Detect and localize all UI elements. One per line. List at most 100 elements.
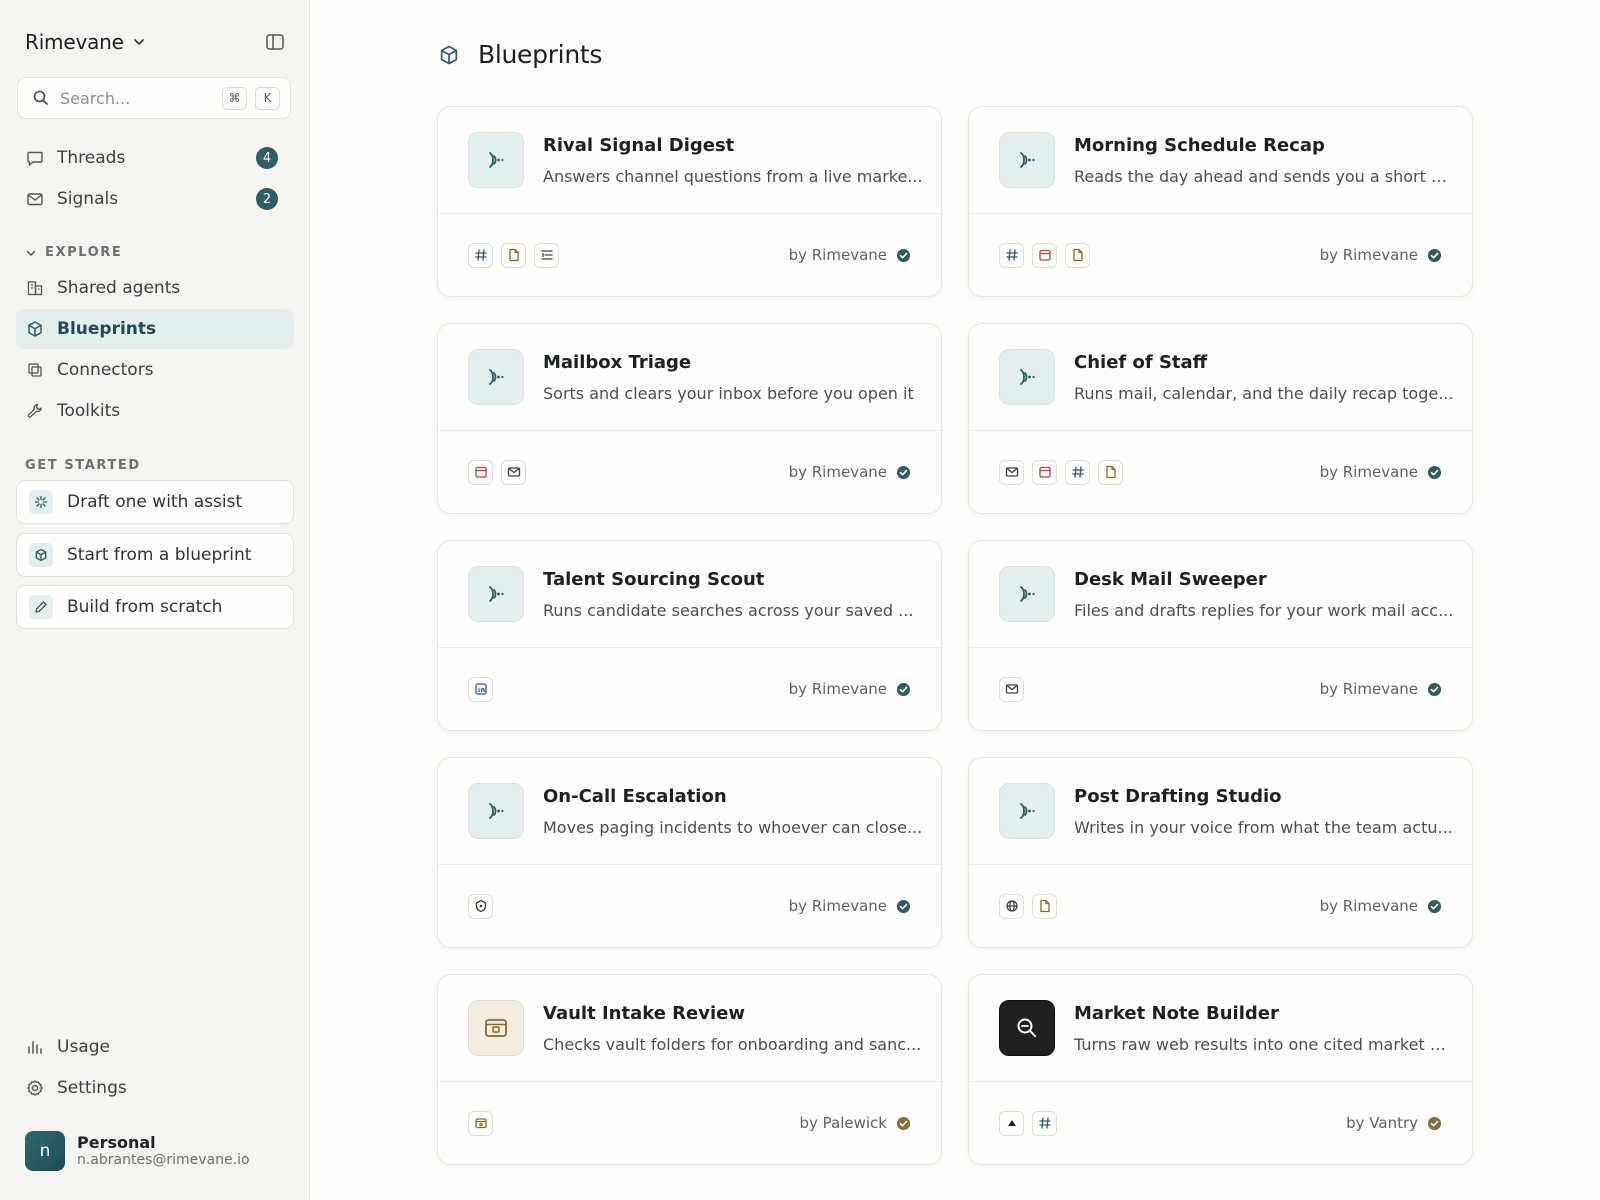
blueprint-card[interactable]: Mailbox Triage Sorts and clears your inbo… (437, 323, 942, 514)
verified-check-icon (896, 682, 911, 696)
hash-icon (468, 242, 493, 268)
tool-icons (999, 459, 1131, 485)
blueprint-card[interactable]: Morning Schedule Recap Reads the day ahea… (968, 106, 1473, 297)
sidebar-item-connectors[interactable]: Connectors (16, 350, 294, 390)
verified-check-icon (896, 248, 911, 262)
card-description: Moves paging incidents to whoever can cl… (543, 817, 923, 837)
card-description: Checks vault folders for onboarding and … (543, 1034, 922, 1054)
agent-icon (468, 132, 524, 188)
workspace-name: Rimevane (25, 30, 124, 54)
author-credit: by Palewick (800, 1114, 912, 1132)
blueprint-card[interactable]: Chief of Staff Runs mail, calendar, and t… (968, 323, 1473, 514)
card-description: Runs mail, calendar, and the daily recap… (1074, 383, 1454, 403)
button-label: Build from scratch (67, 597, 223, 617)
shield-icon (468, 893, 493, 919)
blueprint-card[interactable]: Rival Signal Digest Answers channel quest… (437, 106, 942, 297)
author-credit: by Rimevane (1320, 463, 1442, 481)
author-label: by Rimevane (1319, 246, 1418, 264)
author-label: by Rimevane (788, 680, 887, 698)
shortcut-key-cmd: ⌘ (222, 86, 247, 110)
mail-icon (999, 676, 1024, 702)
sidebar-item-blueprints[interactable]: Blueprints (16, 309, 294, 349)
agent-icon (999, 132, 1055, 188)
author-label: by Rimevane (788, 463, 887, 481)
cube-icon (29, 543, 53, 567)
start-from-blueprint-button[interactable]: Start from a blueprint (16, 533, 294, 577)
gear-icon (27, 1080, 43, 1096)
page-title: Blueprints (478, 40, 603, 69)
verified-check-icon (1427, 248, 1442, 262)
author-credit: by Rimevane (789, 680, 911, 698)
chevron-down-icon (26, 250, 36, 256)
blueprint-card[interactable]: On-Call Escalation Moves paging incidents… (437, 757, 942, 948)
search-box[interactable]: ⌘ K (17, 77, 291, 119)
blueprint-card[interactable]: Talent Sourcing Scout Runs candidate sear… (437, 540, 942, 731)
sidebar-item-label: Toolkits (57, 401, 121, 421)
sidebar-item-threads[interactable]: Threads 4 (16, 138, 294, 178)
arrow-up-icon (999, 1110, 1024, 1136)
profile-menu[interactable]: n Personal n.abrantes@rimevane.io (25, 1131, 250, 1171)
author-credit: by Rimevane (789, 463, 911, 481)
sidebar-item-label: Usage (57, 1037, 110, 1057)
search-input[interactable] (60, 88, 210, 108)
card-title: On-Call Escalation (543, 785, 727, 807)
card-description: Sorts and clears your inbox before you o… (543, 383, 914, 403)
draft-with-assist-button[interactable]: Draft one with assist (16, 480, 294, 524)
author-label: by Rimevane (1319, 897, 1418, 915)
sidebar-item-settings[interactable]: Settings (16, 1068, 294, 1108)
verified-check-icon (896, 899, 911, 913)
explore-section-header[interactable]: EXPLORE (25, 245, 122, 260)
blueprint-card[interactable]: Post Drafting Studio Writes in your voice… (968, 757, 1473, 948)
hash-icon (1032, 1110, 1057, 1136)
avatar: n (25, 1131, 65, 1171)
tool-icons (468, 676, 501, 702)
section-heading: EXPLORE (45, 245, 123, 260)
card-title: Mailbox Triage (543, 351, 692, 373)
author-label: by Rimevane (788, 246, 887, 264)
tool-icons (468, 459, 534, 485)
section-heading: GET STARTED (25, 458, 141, 473)
pencil-icon (29, 595, 53, 619)
plug-icon (28, 363, 42, 377)
author-credit: by Rimevane (789, 246, 911, 264)
sidebar-item-usage[interactable]: Usage (16, 1027, 294, 1067)
sidebar-item-label: Shared agents (57, 278, 181, 298)
threads-count-badge: 4 (256, 147, 278, 169)
main-content: Blueprints Rival Signal Digest Answers ch… (310, 0, 1600, 1200)
chat-bubble-icon (27, 151, 43, 166)
tool-icons (468, 1110, 501, 1136)
get-started-section-header: GET STARTED (25, 458, 141, 473)
blueprint-card[interactable]: Vault Intake Review Checks vault folders … (437, 974, 942, 1165)
sidebar-toggle-icon[interactable] (265, 32, 285, 52)
blueprint-card[interactable]: Market Note Builder Turns raw web results… (968, 974, 1473, 1165)
calendar-icon (468, 459, 493, 485)
verified-check-icon (1427, 899, 1442, 913)
blueprint-card[interactable]: Desk Mail Sweeper Files and drafts replie… (968, 540, 1473, 731)
search-zoom-icon (999, 1000, 1055, 1056)
tool-icons (999, 676, 1032, 702)
verified-check-icon (896, 1116, 911, 1130)
sparkle-icon (29, 490, 53, 514)
sidebar-item-label: Connectors (57, 360, 154, 380)
agent-icon (468, 783, 524, 839)
calendar-icon (1032, 459, 1057, 485)
vault-icon (468, 1000, 524, 1056)
sidebar-item-shared-agents[interactable]: Shared agents (16, 268, 294, 308)
sidebar-item-signals[interactable]: Signals 2 (16, 179, 294, 219)
globe-icon (999, 893, 1024, 919)
sidebar-item-label: Signals (57, 189, 119, 209)
author-label: by Rimevane (1319, 463, 1418, 481)
sidebar-item-toolkits[interactable]: Toolkits (16, 391, 294, 431)
linkedin-icon (468, 676, 493, 702)
blueprint-grid: Rival Signal Digest Answers channel quest… (437, 106, 1477, 1165)
build-from-scratch-button[interactable]: Build from scratch (16, 585, 294, 629)
workspace-switcher[interactable]: Rimevane (25, 26, 285, 58)
sidebar-item-label: Threads (57, 148, 126, 168)
card-description: Writes in your voice from what the team … (1074, 817, 1453, 837)
sidebar-item-label: Settings (57, 1078, 127, 1098)
tool-icons (999, 1110, 1065, 1136)
signals-count-badge: 2 (256, 188, 278, 210)
profile-email: n.abrantes@rimevane.io (77, 1152, 250, 1169)
document-icon (1098, 459, 1123, 485)
card-title: Market Note Builder (1074, 1002, 1279, 1024)
